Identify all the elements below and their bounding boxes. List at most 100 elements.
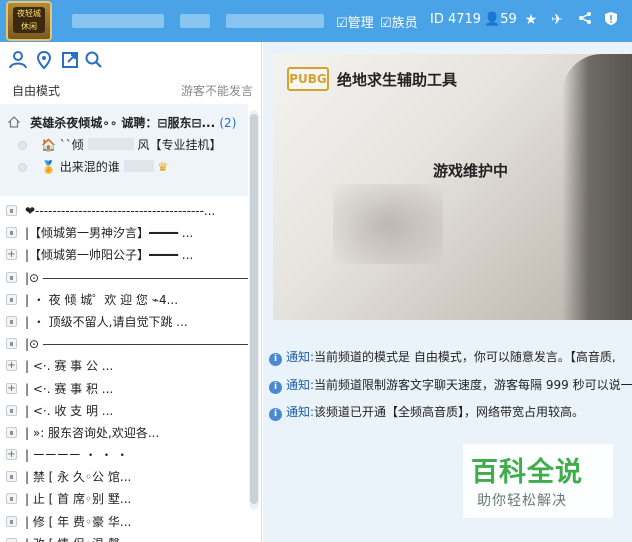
channel-item[interactable]: + | ーーーー ・ ・ ・ [0,444,248,466]
info-icon: i [269,353,282,366]
channel-item[interactable]: |【倾城第一男神汐言】━━━━ ... [0,222,248,244]
channel-root-area: 英雄杀夜倾城∘∘ 诚聘：⊟服东⊟... (2) 🏠 ``倾 风【专业挂机】 🏅 … [0,104,248,196]
channel-item[interactable]: | ・ 夜 倾 城゜欢 迎 您 ⌁4... [0,289,248,311]
channel-item[interactable]: | »: 服东咨询处,欢迎各... [0,422,248,444]
scrollbar[interactable] [249,110,259,510]
lock-icon [6,271,17,283]
lock-icon [6,426,17,438]
notice-1: i 通知:当前频道的模式是 自由模式，你可以随意发言。【高音质, [269,348,616,366]
lock-icon [6,537,17,542]
channel-mode[interactable]: 自由模式 [12,82,60,99]
channel-label: | »: 服东咨询处,欢迎各... [25,425,160,440]
channel-item[interactable]: | 止 [ 首 席◦别 墅... [0,488,248,510]
expand-icon[interactable]: + [6,249,17,261]
location-icon[interactable] [34,50,54,70]
home-icon [8,116,20,128]
member-name: ``倾 [59,138,84,152]
channel-label: |【倾城第一男神汐言】━━━━ ... [25,226,194,241]
channel-item[interactable]: |⊙ ―――――――――――――――――――... [0,267,248,289]
channel-label: | 修 [ 年 费◦豪 华... [25,514,132,529]
expand-icon[interactable]: + [6,382,17,394]
maintenance-text: 游戏维护中 [433,162,509,180]
channel-label: |⊙ ―――――――――――――――――――... [25,270,248,285]
banner-figure-shadow [333,184,443,264]
expand-icon[interactable]: + [6,360,17,372]
channel-label: | 止 [ 首 席◦别 墅... [25,492,132,507]
channel-label: | <·. 收 支 明 ... [25,403,114,418]
member-badge-icon: 🏠 [41,138,56,152]
channel-item[interactable]: | 改 [ 情 侣◦温 馨... [0,533,248,542]
expand-icon[interactable]: + [6,449,17,461]
info-icon: i [269,381,282,394]
channel-label: | 禁 [ 永 久◦公 馆... [25,470,132,485]
notice-2: i 通知:当前频道限制游客文字聊天速度，游客每隔 999 秒可以说一 [269,376,632,394]
channel-item[interactable]: + | <·. 赛 事 积 ... [0,378,248,400]
online-number: 59 [500,12,517,27]
channel-item[interactable]: + | <·. 赛 事 公 ... [0,355,248,377]
member-item[interactable]: 🏠 ``倾 风【专业挂机】 [18,136,221,153]
notice-text: 当前频道的模式是 自由模式，你可以随意发言。【高音质, [314,350,616,364]
banner-title: 绝地求生辅助工具 [337,71,458,89]
channel-item[interactable]: | ・ 顶级不留人,请自觉下跳 ... [0,311,248,333]
root-channel-count: (2) [219,116,237,130]
channel-label: | <·. 赛 事 公 ... [25,359,114,374]
channel-toolbar: 自由模式 游客不能发言 [0,42,262,104]
lock-icon [6,205,17,216]
logo-line-1: 夜轻城 [17,9,41,18]
lock-icon [6,227,17,239]
channel-item[interactable]: + |【倾城第一帅阳公子】━━━━ ... [0,244,248,266]
watermark-subtitle: 助你轻松解决 [477,493,567,509]
channel-label: |【倾城第一帅阳公子】━━━━ ... [25,248,194,263]
share-icon[interactable] [576,11,594,29]
user-icon: 👤 [484,12,501,27]
lock-icon [6,315,17,327]
channel-tree: 英雄杀夜倾城∘∘ 诚聘：⊟服东⊟... (2) 🏠 ``倾 风【专业挂机】 🏅 … [0,104,262,542]
lock-icon [6,493,17,505]
channel-id: ID 4719 [430,12,482,27]
channel-item[interactable]: | <·. 收 支 明 ... [0,400,248,422]
lock-icon [6,515,17,527]
channel-item[interactable]: | 禁 [ 永 久◦公 馆... [0,466,248,488]
plane-icon[interactable]: ✈ [548,11,566,29]
lock-icon [6,293,17,305]
lock-icon [6,471,17,483]
notice-text: 当前频道限制游客文字聊天速度，游客每隔 999 秒可以说一 [314,378,632,392]
channel-label: |⊙ ―――――――――――――――――――... [25,337,248,352]
member-badge-icon: 🏅 [41,160,56,174]
channel-list: ❤---------------------------------------… [0,200,248,542]
members-link[interactable]: ☑族员 [380,12,418,31]
channel-item[interactable]: ❤---------------------------------------… [0,200,248,222]
shield-icon[interactable] [602,11,620,29]
status-dot [18,163,27,172]
title-bar: 夜轻城 休闲 ☑管理 ☑族员 ID 4719 👤59 ★ ✈ [0,0,632,42]
lock-icon [6,404,17,416]
channel-item[interactable]: |⊙ ―――――――――――――――――――... [0,333,248,355]
channel-label: | <·. 赛 事 积 ... [25,381,114,396]
root-channel[interactable]: 英雄杀夜倾城∘∘ 诚聘：⊟服东⊟... (2) [8,114,236,131]
channel-content: PUBG 绝地求生辅助工具 游戏维护中 i 通知:当前频道的模式是 自由模式，你可… [263,42,632,542]
guest-notice: 游客不能发言 [180,84,253,98]
manage-link[interactable]: ☑管理 [336,12,374,31]
blurred-title-2 [180,14,210,28]
notice-3: i 通知:该频道已开通【全频高音质】，网络带宽占用较高。 [269,403,584,421]
member-name: 出来混的谁 [59,160,120,174]
member-item[interactable]: 🏅 出来混的谁 ♛ [18,158,168,175]
pubg-logo: PUBG [287,67,329,91]
export-icon[interactable] [60,50,80,70]
search-icon[interactable] [84,50,104,70]
user-icon[interactable] [8,50,28,70]
channel-label: ❤---------------------------------------… [25,204,216,218]
channel-banner[interactable]: PUBG 绝地求生辅助工具 游戏维护中 [273,54,632,320]
manage-label: 管理 [347,16,374,31]
channel-label: | 改 [ 情 侣◦温 馨... [25,533,131,542]
member-status: 风【专业挂机】 [137,138,222,152]
channel-item[interactable]: | 修 [ 年 费◦豪 华... [0,511,248,533]
status-dot [18,141,27,150]
online-count: 👤59 [484,12,517,27]
star-icon[interactable]: ★ [522,11,540,29]
blurred-title-3 [226,14,324,28]
scrollbar-thumb[interactable] [250,114,258,504]
channel-logo[interactable]: 夜轻城 休闲 [6,1,52,41]
logo-emblem: 夜轻城 休闲 [13,7,45,33]
crown-icon: ♛ [157,160,169,174]
